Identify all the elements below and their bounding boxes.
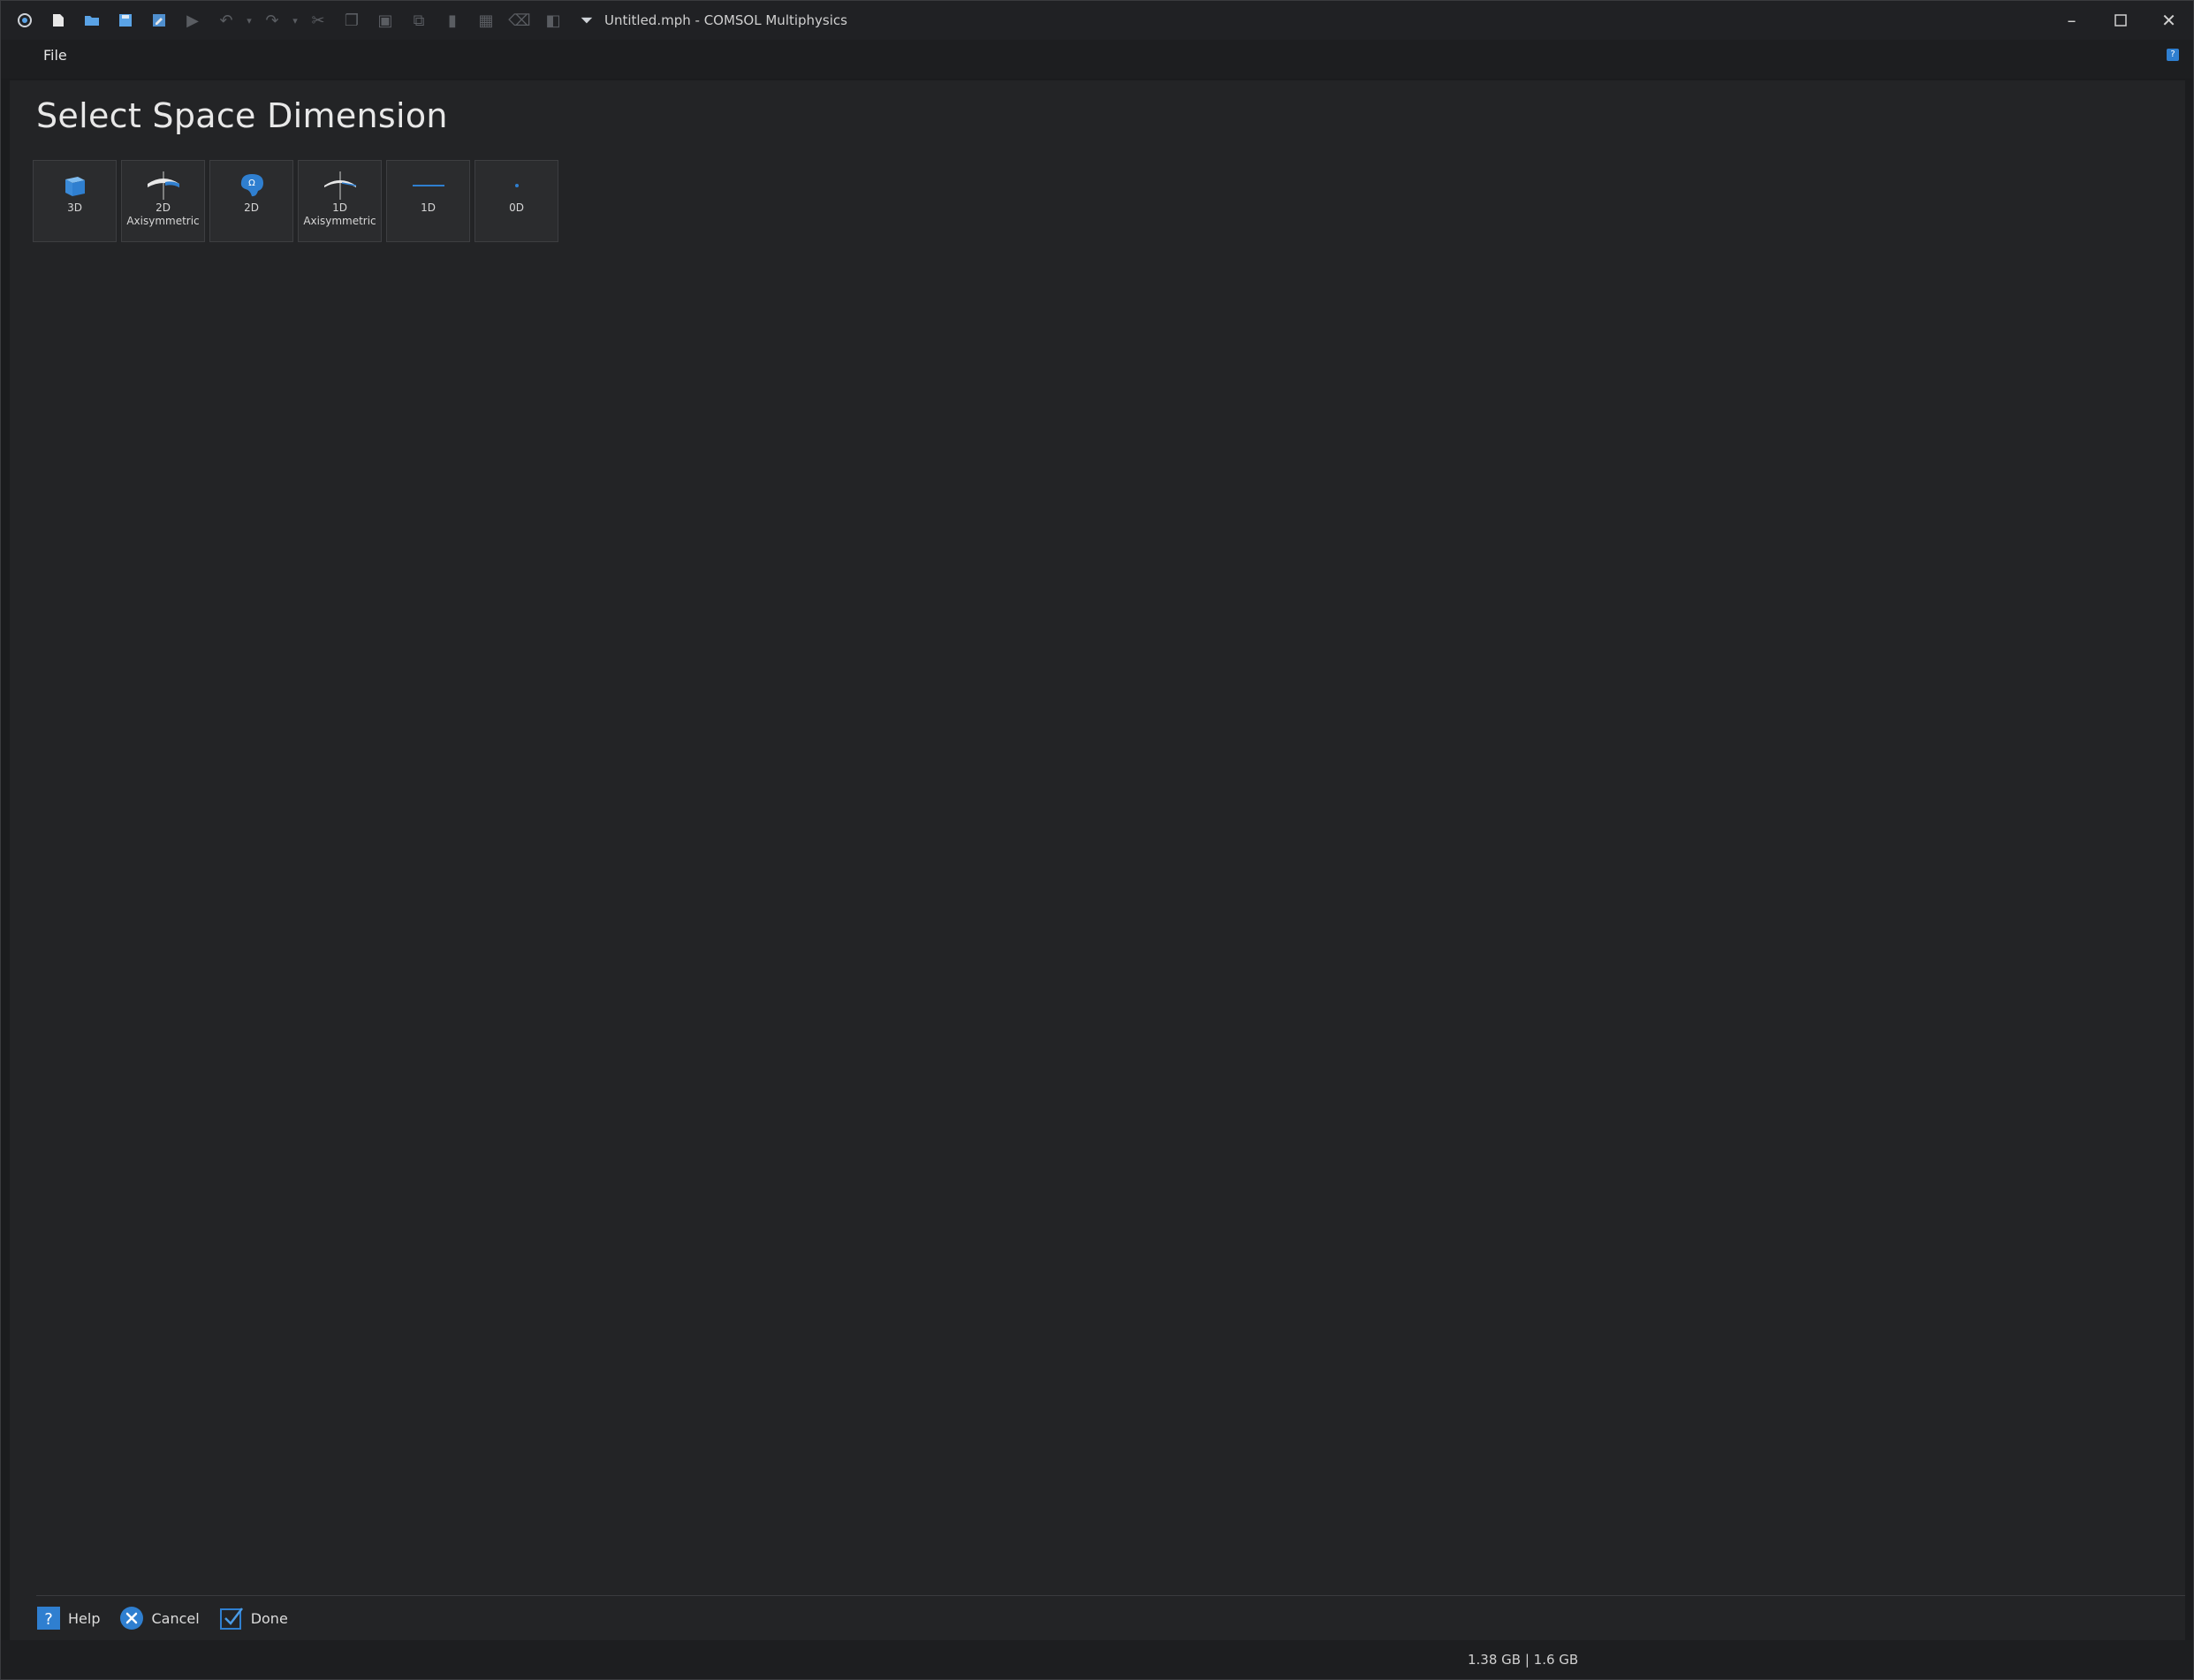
cancel-label: Cancel xyxy=(151,1609,200,1627)
help-label: Help xyxy=(68,1609,101,1627)
redo-dropdown-icon[interactable]: ▾ xyxy=(289,4,301,36)
omega-domain-icon: Ω xyxy=(234,170,270,200)
tile-sublabel: Axisymmetric xyxy=(303,215,376,227)
copy-icon[interactable]: ❐ xyxy=(335,4,368,36)
save-icon[interactable] xyxy=(109,4,142,36)
customize-toolbar-icon[interactable]: ⏷ xyxy=(570,4,604,36)
clear-icon[interactable]: ⌫ xyxy=(503,4,536,36)
window-controls: – ✕ xyxy=(2047,1,2193,40)
help-button[interactable]: ? Help xyxy=(36,1600,100,1636)
svg-text:Ω: Ω xyxy=(248,179,255,188)
memory-usage: 1.38 GB | 1.6 GB xyxy=(1468,1652,1579,1668)
dimension-2d-button[interactable]: Ω 2D xyxy=(209,160,293,242)
undo-icon[interactable]: ↶ xyxy=(209,4,243,36)
tile-label: 2D xyxy=(156,201,171,214)
axisymmetric-2d-icon xyxy=(146,170,181,200)
cube-icon xyxy=(57,170,93,200)
paste-icon[interactable]: ▣ xyxy=(368,4,402,36)
wizard-action-bar: ? Help Cancel Done xyxy=(36,1595,2185,1640)
status-bar: 1.38 GB | 1.6 GB xyxy=(1,1640,2193,1679)
undo-dropdown-icon[interactable]: ▾ xyxy=(243,4,255,36)
quick-access-toolbar: ▶ ↶ ▾ ↷ ▾ ✂ ❐ ▣ ⧉ ▮ ▦ ⌫ ◧ ⏷ xyxy=(1,1,604,40)
window-title: Untitled.mph - COMSOL Multiphysics xyxy=(604,12,847,28)
line-segment-icon xyxy=(411,170,446,200)
menu-bar: File ? xyxy=(1,40,2193,79)
tile-label: 1D xyxy=(332,201,347,214)
new-file-icon[interactable] xyxy=(42,4,75,36)
close-icon[interactable]: ✕ xyxy=(2145,1,2193,40)
delete-icon[interactable]: ▮ xyxy=(436,4,469,36)
build-icon[interactable]: ◧ xyxy=(536,4,570,36)
dimension-0d-button[interactable]: 0D xyxy=(474,160,558,242)
app-logo-icon[interactable] xyxy=(8,4,42,36)
svg-text:?: ? xyxy=(44,1610,53,1629)
app-window: ▶ ↶ ▾ ↷ ▾ ✂ ❐ ▣ ⧉ ▮ ▦ ⌫ ◧ ⏷ Untitled.mph… xyxy=(0,0,2194,1680)
title-bar: ▶ ↶ ▾ ↷ ▾ ✂ ❐ ▣ ⧉ ▮ ▦ ⌫ ◧ ⏷ Untitled.mph… xyxy=(1,1,2193,40)
file-menu[interactable]: File xyxy=(40,40,71,79)
duplicate-icon[interactable]: ⧉ xyxy=(402,4,436,36)
help-icon: ? xyxy=(36,1606,61,1631)
run-icon[interactable]: ▶ xyxy=(176,4,209,36)
dimension-1d-button[interactable]: 1D xyxy=(386,160,470,242)
redo-icon[interactable]: ↷ xyxy=(255,4,289,36)
axisymmetric-1d-icon xyxy=(323,170,358,200)
dimension-3d-button[interactable]: 3D xyxy=(33,160,117,242)
dimension-1d-axisymmetric-button[interactable]: 1D Axisymmetric xyxy=(298,160,382,242)
minimize-icon[interactable]: – xyxy=(2047,1,2096,40)
done-button[interactable]: Done xyxy=(219,1600,288,1636)
tile-label: 3D xyxy=(67,201,82,214)
cancel-icon xyxy=(119,1606,144,1631)
help-question-icon[interactable]: ? xyxy=(2167,49,2179,61)
cut-icon[interactable]: ✂ xyxy=(301,4,335,36)
tile-label: 1D xyxy=(421,201,436,214)
tile-sublabel: Axisymmetric xyxy=(126,215,200,227)
point-icon xyxy=(499,170,535,200)
done-label: Done xyxy=(250,1609,288,1627)
page-title: Select Space Dimension xyxy=(36,96,448,135)
open-folder-icon[interactable] xyxy=(75,4,109,36)
dimension-2d-axisymmetric-button[interactable]: 2D Axisymmetric xyxy=(121,160,205,242)
main-content: Select Space Dimension 3D 2D Axisymmetri… xyxy=(10,80,2185,1640)
cancel-button[interactable]: Cancel xyxy=(119,1600,200,1636)
tile-label: 0D xyxy=(509,201,524,214)
tile-label: 2D xyxy=(244,201,259,214)
save-as-icon[interactable] xyxy=(142,4,176,36)
checkmark-icon xyxy=(219,1606,244,1631)
maximize-icon[interactable] xyxy=(2096,1,2145,40)
space-dimension-grid: 3D 2D Axisymmetric Ω 2D 1D Axisymmetric … xyxy=(33,160,558,242)
disable-icon[interactable]: ▦ xyxy=(469,4,503,36)
